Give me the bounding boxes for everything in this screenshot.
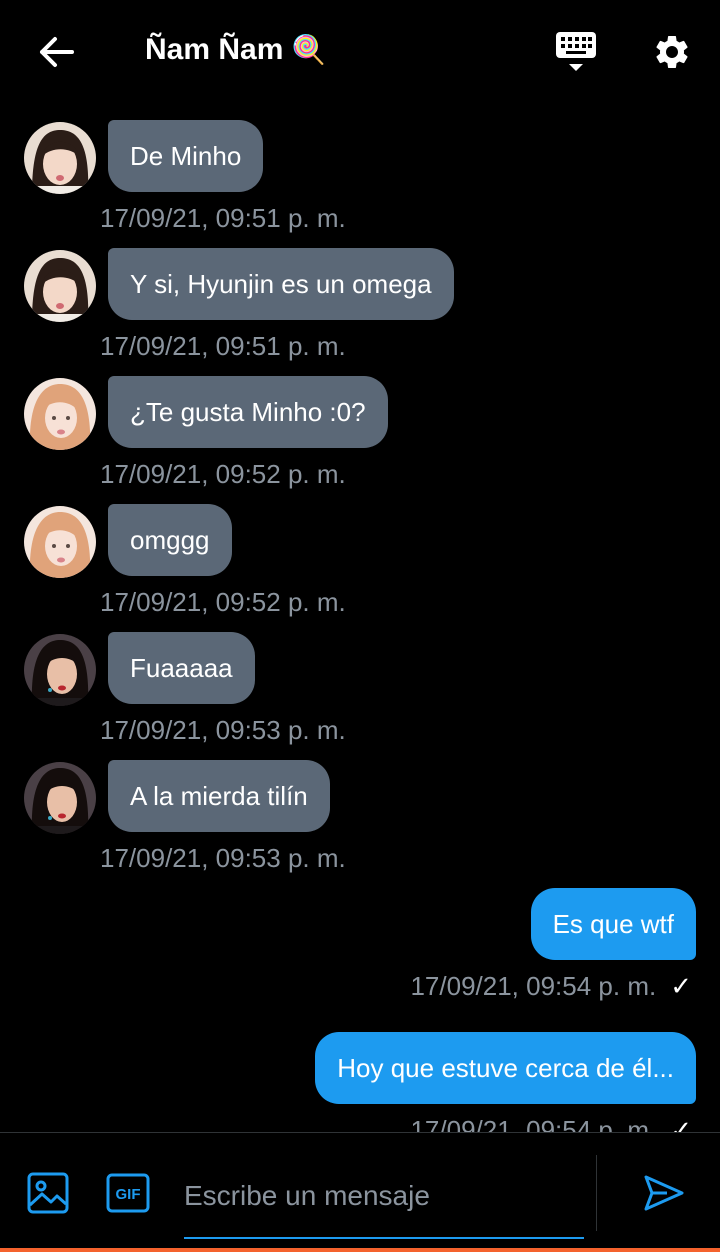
keyboard-button[interactable]: [552, 28, 600, 76]
message-timestamp-text: 17/09/21, 09:54 p. m.: [410, 971, 657, 1001]
message-timestamp: 17/09/21, 09:53 p. m.: [100, 843, 346, 873]
avatar-dark-hair-image: [24, 634, 96, 706]
chat-header: Ñam Ñam 🍭: [0, 0, 720, 104]
message-bubble[interactable]: omggg: [108, 504, 232, 576]
avatar-short-hair-image: [24, 122, 96, 194]
message-timestamp-text: 17/09/21, 09:54 p. m.: [410, 1115, 657, 1132]
message-input[interactable]: [184, 1155, 584, 1237]
bottom-accent-line: [0, 1248, 720, 1252]
message-bubble[interactable]: Fuaaaaa: [108, 632, 255, 704]
gif-icon: GIF: [106, 1173, 150, 1213]
avatar[interactable]: [24, 122, 96, 194]
gif-label: GIF: [116, 1186, 141, 1203]
attach-image-button[interactable]: [24, 1169, 72, 1217]
send-button[interactable]: [636, 1169, 692, 1217]
avatar[interactable]: [24, 506, 96, 578]
avatar[interactable]: [24, 378, 96, 450]
avatar[interactable]: [24, 250, 96, 322]
avatar-blonde-image: [24, 378, 96, 450]
message-list[interactable]: De Minho 17/09/21, 09:51 p. m. Y si, Hyu…: [0, 104, 720, 1132]
avatar[interactable]: [24, 634, 96, 706]
message-bubble[interactable]: Es que wtf: [530, 888, 696, 960]
keyboard-icon: [556, 32, 596, 71]
avatar-blonde-image: [24, 506, 96, 578]
send-icon: [644, 1175, 684, 1211]
avatar[interactable]: [24, 762, 96, 834]
message-timestamp: 17/09/21, 09:54 p. m. ✓: [410, 1114, 692, 1132]
sent-check-icon: ✓: [670, 971, 692, 1001]
message-bubble[interactable]: Y si, Hyunjin es un omega: [108, 248, 454, 320]
image-icon: [27, 1172, 69, 1214]
back-button[interactable]: [28, 28, 84, 76]
message-timestamp: 17/09/21, 09:53 p. m.: [100, 715, 346, 745]
message-bubble[interactable]: ¿Te gusta Minho :0?: [108, 376, 388, 448]
message-bubble[interactable]: De Minho: [108, 120, 264, 192]
lollipop-emoji: 🍭: [291, 34, 327, 65]
message-input-wrapper: [184, 1155, 584, 1239]
message-bubble[interactable]: Hoy que estuve cerca de él...: [315, 1032, 696, 1104]
gear-icon: [656, 35, 688, 68]
settings-button[interactable]: [648, 28, 696, 76]
message-timestamp: 17/09/21, 09:52 p. m.: [100, 459, 346, 489]
avatar-dark-hair-image: [24, 762, 96, 834]
arrow-left-icon: [40, 37, 74, 67]
gif-button[interactable]: GIF: [104, 1169, 152, 1217]
message-composer: GIF: [0, 1132, 720, 1252]
sent-check-icon: ✓: [670, 1115, 692, 1132]
avatar-short-hair-image: [24, 250, 96, 322]
conversation-title: Ñam Ñam 🍭: [145, 30, 326, 70]
message-bubble[interactable]: A la mierda tilín: [108, 760, 330, 832]
composer-divider: [596, 1155, 597, 1231]
message-timestamp: 17/09/21, 09:54 p. m. ✓: [410, 970, 692, 1002]
message-timestamp: 17/09/21, 09:51 p. m.: [100, 331, 346, 361]
message-timestamp: 17/09/21, 09:51 p. m.: [100, 203, 346, 233]
message-timestamp: 17/09/21, 09:52 p. m.: [100, 587, 346, 617]
conversation-title-text: Ñam Ñam: [145, 33, 284, 66]
